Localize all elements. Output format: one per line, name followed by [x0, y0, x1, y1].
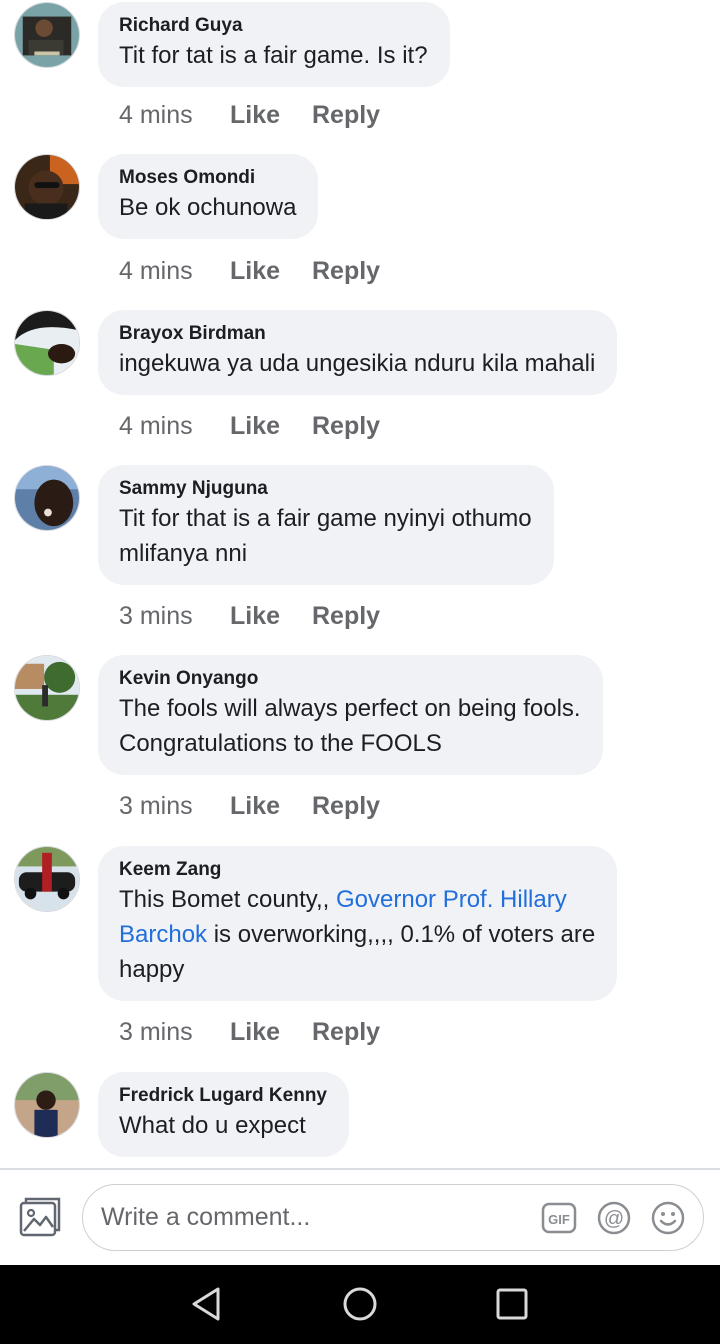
comment-text-line: Barchok is overworking,,,, 0.1% of voter… — [119, 917, 595, 952]
reply-button[interactable]: Reply — [312, 792, 380, 821]
comment-bubble: Fredrick Lugard Kenny What do u expect — [98, 1072, 349, 1157]
comment-text: Be ok ochunowa — [119, 194, 297, 221]
comment-time[interactable]: 4 mins — [119, 257, 230, 286]
comment-actions: 3 mins Like Reply — [119, 1012, 380, 1052]
comment-actions: 3 mins Like Reply — [119, 786, 380, 826]
avatar[interactable] — [14, 2, 80, 68]
avatar[interactable] — [14, 655, 80, 721]
comment-text-segment: This Bomet county,, — [119, 886, 336, 913]
like-button[interactable]: Like — [230, 792, 312, 821]
comment-bubble: Keem Zang This Bomet county,, Governor P… — [98, 846, 618, 1001]
avatar[interactable] — [14, 310, 80, 376]
reply-button[interactable]: Reply — [312, 1018, 380, 1047]
comment-author[interactable]: Kevin Onyango — [119, 667, 581, 691]
comment-author[interactable]: Keem Zang — [119, 858, 595, 882]
avatar[interactable] — [14, 465, 80, 531]
svg-text:@: @ — [604, 1208, 624, 1230]
like-button[interactable]: Like — [230, 602, 312, 631]
system-nav-bar — [0, 1265, 720, 1344]
comment-actions: 4 mins Like Reply — [119, 95, 380, 135]
comment-text: Tit for tat is a fair game. Is it? — [119, 42, 428, 69]
comment-text-line: Tit for that is a fair game nyinyi othum… — [119, 505, 532, 532]
like-button[interactable]: Like — [230, 412, 312, 441]
comment-bubble: Brayox Birdman ingekuwa ya uda ungesikia… — [98, 310, 618, 395]
comment-actions: 3 mins Like Reply — [119, 596, 380, 636]
home-circle-icon[interactable] — [340, 1284, 380, 1324]
comment-bubble: Moses Omondi Be ok ochunowa — [98, 154, 319, 239]
comment-text-line: Congratulations to the FOOLS — [119, 730, 442, 757]
like-button[interactable]: Like — [230, 1018, 312, 1047]
comment-text-line: happy — [119, 956, 185, 983]
gif-icon[interactable]: GIF — [541, 1200, 577, 1236]
photo-icon[interactable] — [18, 1197, 62, 1239]
back-triangle-icon[interactable] — [186, 1284, 226, 1324]
mention-link[interactable]: Barchok — [119, 921, 207, 948]
comment-time[interactable]: 3 mins — [119, 792, 230, 821]
comment-bubble: Kevin Onyango The fools will always perf… — [98, 655, 603, 775]
comment-text-line: The fools will always perfect on being f… — [119, 695, 581, 722]
comment-author[interactable]: Fredrick Lugard Kenny — [119, 1084, 327, 1108]
svg-text:GIF: GIF — [548, 1212, 570, 1227]
comment-text: ingekuwa ya uda ungesikia nduru kila mah… — [119, 350, 596, 377]
recents-square-icon[interactable] — [492, 1284, 532, 1324]
avatar[interactable] — [14, 846, 80, 912]
comment-author[interactable]: Moses Omondi — [119, 166, 296, 190]
comments-list: Richard Guya Tit for tat is a fair game.… — [0, 0, 720, 1168]
comment-author[interactable]: Richard Guya — [119, 14, 428, 38]
avatar[interactable] — [14, 1072, 80, 1138]
comment-actions: 4 mins Like Reply — [119, 406, 380, 446]
comment-author[interactable]: Sammy Njuguna — [119, 477, 532, 501]
comment-actions: 4 mins Like Reply — [119, 251, 380, 291]
comment-bubble: Sammy Njuguna Tit for that is a fair gam… — [98, 465, 554, 585]
comment-text-line: mlifanya nni — [119, 540, 248, 567]
comment-input-placeholder: Write a comment... — [101, 1203, 311, 1231]
comment-time[interactable]: 3 mins — [119, 602, 230, 631]
reply-button[interactable]: Reply — [312, 602, 380, 631]
at-icon[interactable]: @ — [596, 1200, 632, 1236]
comment-bubble: Richard Guya Tit for tat is a fair game.… — [98, 2, 450, 87]
reply-button[interactable]: Reply — [312, 412, 380, 441]
mention-link[interactable]: Governor Prof. Hillary — [336, 886, 567, 913]
like-button[interactable]: Like — [230, 101, 312, 130]
comment-time[interactable]: 4 mins — [119, 412, 230, 441]
comment-time[interactable]: 4 mins — [119, 101, 230, 130]
comment-text: What do u expect — [119, 1112, 306, 1139]
reply-button[interactable]: Reply — [312, 257, 380, 286]
like-button[interactable]: Like — [230, 257, 312, 286]
reply-button[interactable]: Reply — [312, 101, 380, 130]
smiley-icon[interactable] — [650, 1200, 686, 1236]
comment-author[interactable]: Brayox Birdman — [119, 322, 595, 346]
comment-input[interactable]: Write a comment... GIF @ — [82, 1184, 704, 1251]
avatar[interactable] — [14, 154, 80, 220]
comment-text-line: This Bomet county,, Governor Prof. Hilla… — [119, 882, 595, 917]
comment-time[interactable]: 3 mins — [119, 1018, 230, 1047]
comment-text-segment: is overworking,,,, 0.1% of voters are — [207, 921, 596, 948]
comment-composer: Write a comment... GIF @ — [0, 1170, 720, 1265]
